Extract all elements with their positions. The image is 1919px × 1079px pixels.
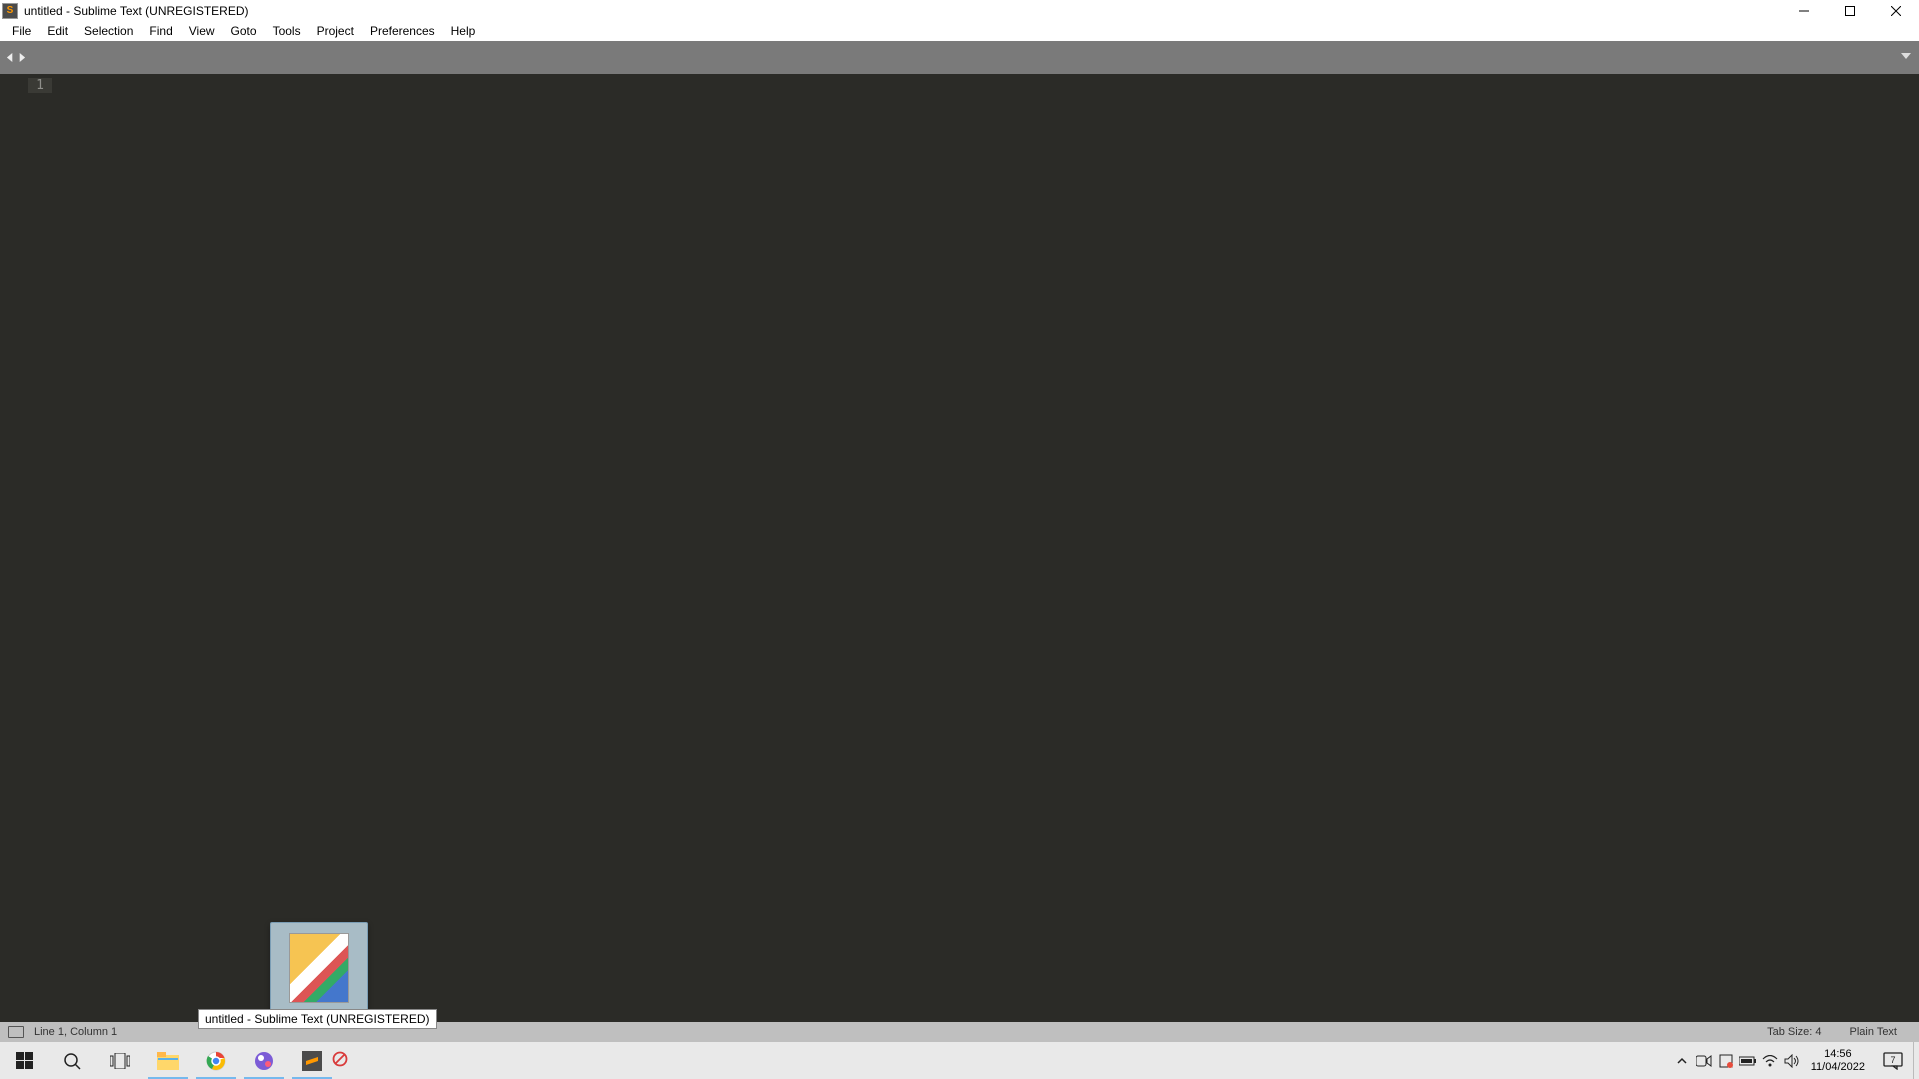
tray-volume-icon[interactable] bbox=[1781, 1042, 1803, 1079]
tab-bar bbox=[0, 41, 1919, 74]
taskbar-sublime-text[interactable] bbox=[288, 1042, 336, 1079]
menu-tools[interactable]: Tools bbox=[265, 22, 309, 40]
taskbar-app-purple[interactable] bbox=[240, 1042, 288, 1079]
line-gutter: 1 bbox=[0, 74, 52, 1022]
menubar: File Edit Selection Find View Goto Tools… bbox=[0, 21, 1919, 41]
status-syntax[interactable]: Plain Text bbox=[1836, 1026, 1912, 1038]
line-number: 1 bbox=[28, 78, 52, 93]
taskbar-thumbnail-preview[interactable] bbox=[270, 922, 368, 1022]
tray-battery-icon[interactable] bbox=[1737, 1042, 1759, 1079]
svg-text:7: 7 bbox=[1890, 1055, 1895, 1065]
status-left: Line 1, Column 1 bbox=[8, 1026, 117, 1038]
thumbnail-image-icon bbox=[289, 933, 349, 1003]
menu-view[interactable]: View bbox=[181, 22, 223, 40]
menu-goto[interactable]: Goto bbox=[223, 22, 265, 40]
status-tab-size[interactable]: Tab Size: 4 bbox=[1753, 1026, 1835, 1038]
start-button[interactable] bbox=[0, 1042, 48, 1079]
minimap-scrollbar[interactable] bbox=[1905, 74, 1919, 1022]
taskbar-file-explorer[interactable] bbox=[144, 1042, 192, 1079]
windows-taskbar: 14:56 11/04/2022 7 bbox=[0, 1042, 1919, 1079]
taskbar-clock[interactable]: 14:56 11/04/2022 bbox=[1803, 1048, 1873, 1074]
window-controls bbox=[1781, 0, 1919, 21]
search-button[interactable] bbox=[48, 1042, 96, 1079]
taskbar-date: 11/04/2022 bbox=[1811, 1061, 1865, 1074]
menu-file[interactable]: File bbox=[4, 22, 39, 40]
tray-update-icon[interactable] bbox=[1715, 1042, 1737, 1079]
minimize-button[interactable] bbox=[1781, 0, 1827, 21]
show-desktop-button[interactable] bbox=[1913, 1042, 1919, 1079]
task-view-button[interactable] bbox=[96, 1042, 144, 1079]
taskbar-right: 14:56 11/04/2022 7 bbox=[1671, 1042, 1919, 1079]
tab-dropdown-icon[interactable] bbox=[1901, 51, 1911, 61]
app-icon: S bbox=[2, 3, 18, 19]
menu-help[interactable]: Help bbox=[443, 22, 484, 40]
taskbar-chrome[interactable] bbox=[192, 1042, 240, 1079]
menu-selection[interactable]: Selection bbox=[76, 22, 141, 40]
taskbar-time: 14:56 bbox=[1824, 1048, 1852, 1061]
no-drop-cursor-icon bbox=[332, 1051, 348, 1067]
thumbnail-tooltip: untitled - Sublime Text (UNREGISTERED) bbox=[198, 1009, 437, 1029]
menu-find[interactable]: Find bbox=[141, 22, 180, 40]
app-icon-letter: S bbox=[7, 5, 14, 16]
panel-switcher-icon[interactable] bbox=[8, 1026, 24, 1038]
taskbar-left bbox=[0, 1042, 336, 1079]
tray-wifi-icon[interactable] bbox=[1759, 1042, 1781, 1079]
editor-area: 1 bbox=[0, 74, 1919, 1022]
tab-prev-icon[interactable] bbox=[6, 53, 15, 62]
code-area[interactable] bbox=[52, 74, 1905, 1022]
tray-meet-now-icon[interactable] bbox=[1693, 1042, 1715, 1079]
tab-next-icon[interactable] bbox=[17, 53, 26, 62]
window-titlebar: S untitled - Sublime Text (UNREGISTERED) bbox=[0, 0, 1919, 21]
maximize-button[interactable] bbox=[1827, 0, 1873, 21]
menu-edit[interactable]: Edit bbox=[39, 22, 76, 40]
close-button[interactable] bbox=[1873, 0, 1919, 21]
status-cursor-position[interactable]: Line 1, Column 1 bbox=[34, 1026, 117, 1038]
tab-nav-arrows bbox=[6, 53, 26, 62]
window-title: untitled - Sublime Text (UNREGISTERED) bbox=[24, 4, 1781, 18]
menu-preferences[interactable]: Preferences bbox=[362, 22, 443, 40]
notification-center-button[interactable]: 7 bbox=[1873, 1052, 1913, 1070]
tray-chevron-up-icon[interactable] bbox=[1671, 1042, 1693, 1079]
menu-project[interactable]: Project bbox=[309, 22, 362, 40]
